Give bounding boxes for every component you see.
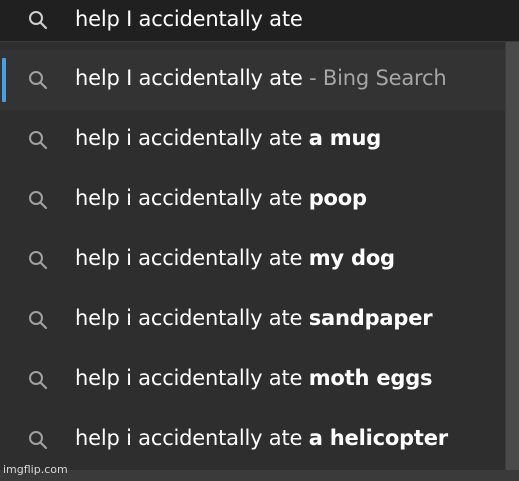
- search-icon: [27, 69, 49, 91]
- suggestion-prefix: help i accidentally ate: [75, 426, 309, 450]
- window-edge: [506, 42, 519, 481]
- suggestion-text: help i accidentally ate my dog: [75, 246, 395, 270]
- suggestion-prefix: help I accidentally ate: [75, 66, 303, 90]
- suggestion-prefix: help i accidentally ate: [75, 126, 309, 150]
- suggestion-text: help i accidentally ate poop: [75, 186, 367, 210]
- suggestion-completion: sandpaper: [308, 306, 433, 330]
- search-icon: [27, 249, 49, 271]
- browser-frame: help I accidentally ate help I accidenta…: [0, 0, 519, 481]
- suggestion-text: help I accidentally ate - Bing Search: [75, 66, 447, 90]
- suggestion-completion: a helicopter: [308, 426, 448, 450]
- selection-indicator: [2, 58, 6, 102]
- search-icon: [27, 189, 49, 211]
- search-icon: [27, 129, 49, 151]
- suggestion-text: help i accidentally ate a helicopter: [75, 426, 448, 450]
- suggestion-completion: moth eggs: [308, 366, 433, 390]
- suggestions-dropdown: help I accidentally ate - Bing Search he…: [0, 42, 506, 470]
- suggestion-text: help i accidentally ate sandpaper: [75, 306, 433, 330]
- search-input[interactable]: help I accidentally ate: [75, 7, 303, 31]
- search-icon: [27, 9, 49, 31]
- suggestion-row[interactable]: help i accidentally ate a mug: [0, 110, 505, 170]
- watermark: imgflip.com: [3, 463, 68, 476]
- suggestion-row-bing-search[interactable]: help I accidentally ate - Bing Search: [0, 50, 505, 110]
- search-icon: [27, 309, 49, 331]
- suggestion-row[interactable]: help i accidentally ate a helicopter: [0, 410, 505, 470]
- suggestion-text: help i accidentally ate a mug: [75, 126, 381, 150]
- suggestion-row[interactable]: help i accidentally ate my dog: [0, 230, 505, 290]
- window-edge-bottom: [0, 470, 519, 481]
- suggestion-completion: poop: [308, 186, 367, 210]
- search-icon: [27, 429, 49, 451]
- suggestion-completion: a mug: [308, 126, 382, 150]
- suggestion-prefix: help i accidentally ate: [75, 186, 309, 210]
- address-bar[interactable]: help I accidentally ate: [0, 0, 519, 42]
- suggestion-row[interactable]: help i accidentally ate sandpaper: [0, 290, 505, 350]
- search-icon: [27, 369, 49, 391]
- suggestion-row[interactable]: help i accidentally ate moth eggs: [0, 350, 505, 410]
- suggestion-row[interactable]: help i accidentally ate poop: [0, 170, 505, 230]
- suggestion-prefix: help i accidentally ate: [75, 306, 309, 330]
- suggestion-completion: my dog: [308, 246, 395, 270]
- suggestion-prefix: help i accidentally ate: [75, 366, 309, 390]
- suggestion-prefix: help i accidentally ate: [75, 246, 309, 270]
- suggestion-text: help i accidentally ate moth eggs: [75, 366, 433, 390]
- suggestion-source: - Bing Search: [302, 66, 447, 90]
